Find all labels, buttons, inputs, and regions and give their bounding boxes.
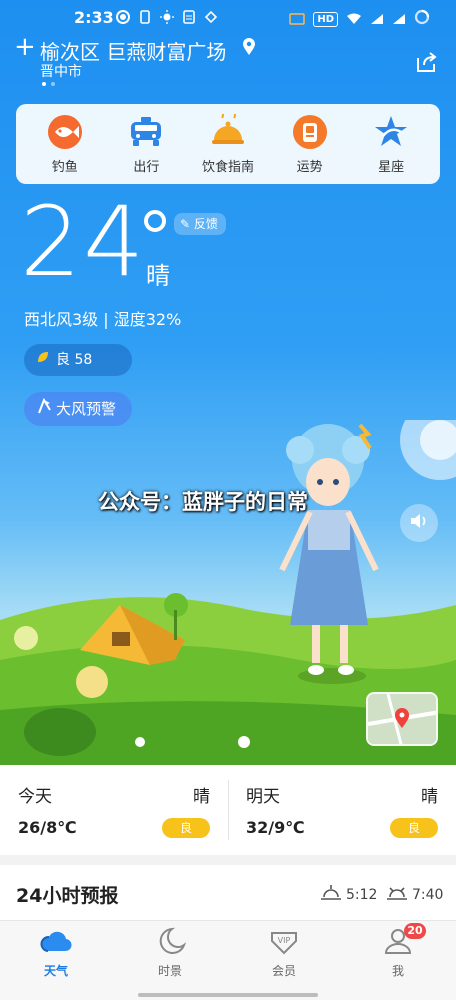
cast-icon	[289, 10, 306, 29]
watermark: 公众号：蓝胖子的日常	[98, 490, 308, 514]
quick-item-zodiac[interactable]: 星座	[355, 114, 427, 175]
record-icon	[116, 9, 130, 24]
page-indicator	[42, 82, 55, 86]
location-pin-icon	[242, 38, 256, 60]
map-button[interactable]	[366, 692, 438, 746]
wind-humidity: 西北风3级 | 湿度32%	[24, 310, 182, 329]
tab-me[interactable]: 20 我	[358, 923, 438, 979]
status-time: 2:33	[74, 8, 114, 27]
city-name: 晋中市	[40, 64, 82, 80]
fortune-icon	[292, 114, 328, 150]
sunset: 7:40	[386, 885, 443, 905]
star-icon	[373, 114, 409, 150]
quick-item-food[interactable]: 饮食指南	[192, 111, 264, 175]
hourly-forecast-header: 24小时预报 5:12 7:40	[0, 865, 456, 920]
air-quality-chip[interactable]: 良 58	[24, 344, 132, 376]
feedback-button[interactable]: ✎ 反馈	[174, 213, 226, 235]
quick-item-fishing[interactable]: 钓鱼	[29, 114, 101, 175]
today-air-quality-badge: 良	[162, 818, 210, 838]
notification-badge: 20	[404, 923, 426, 939]
cloud-icon	[40, 927, 72, 959]
battery-icon	[414, 9, 430, 29]
bottom-tab-bar: 天气 时景 VIP 会员 20 我	[0, 920, 456, 1000]
tomorrow-temperature-range: 32/9℃	[246, 818, 305, 837]
link-icon	[204, 9, 218, 24]
voice-broadcast-button[interactable]	[400, 504, 438, 542]
tab-scenery[interactable]: 时景	[130, 927, 210, 979]
moon-icon	[154, 927, 187, 959]
taxi-icon	[128, 114, 164, 150]
add-city-icon[interactable]: +	[14, 34, 36, 60]
svg-text:VIP: VIP	[278, 936, 291, 945]
sunset-icon	[386, 885, 408, 905]
pencil-icon: ✎	[180, 217, 191, 231]
phone-icon	[138, 9, 152, 24]
weather-hero: 2:33 HD + 榆次区 巨燕财富广场 晋中市 钓鱼 出行 饮食指南 运势 星…	[0, 0, 456, 765]
home-indicator	[138, 993, 318, 997]
day-divider	[228, 780, 229, 840]
hourly-forecast-title: 24小时预报	[16, 885, 119, 907]
hd-badge: HD	[313, 11, 338, 27]
sunrise: 5:12	[320, 885, 377, 905]
sunrise-icon	[320, 885, 342, 905]
quick-item-fortune[interactable]: 运势	[274, 114, 346, 175]
leaf-icon	[36, 344, 50, 376]
current-condition: 晴	[146, 262, 170, 290]
tomorrow-air-quality-badge: 良	[390, 818, 438, 838]
share-icon[interactable]	[414, 50, 438, 78]
current-temperature: 24	[20, 186, 147, 298]
status-bar: 2:33 HD	[0, 0, 456, 34]
sun-status-icon	[160, 9, 174, 24]
map-thumbnail-icon	[368, 694, 436, 744]
signal-icon-1	[370, 10, 384, 29]
tab-weather[interactable]: 天气	[16, 927, 96, 979]
today-temperature-range: 26/8℃	[18, 818, 77, 837]
tab-vip[interactable]: VIP 会员	[244, 927, 324, 979]
tomorrow-card[interactable]: 明天 晴 32/9℃ 良	[228, 765, 456, 855]
vip-icon: VIP	[268, 927, 300, 959]
fish-icon	[47, 114, 83, 150]
signal-icon-2	[392, 10, 406, 29]
quick-item-travel[interactable]: 出行	[110, 114, 182, 175]
food-cloche-icon	[210, 111, 246, 150]
speaker-icon	[409, 512, 429, 534]
today-card[interactable]: 今天 晴 26/8℃ 良	[0, 765, 228, 855]
quick-menu: 钓鱼 出行 饮食指南 运势 星座	[16, 104, 440, 184]
document-icon	[182, 9, 196, 24]
wifi-icon	[346, 10, 362, 29]
degree-symbol	[144, 210, 166, 232]
